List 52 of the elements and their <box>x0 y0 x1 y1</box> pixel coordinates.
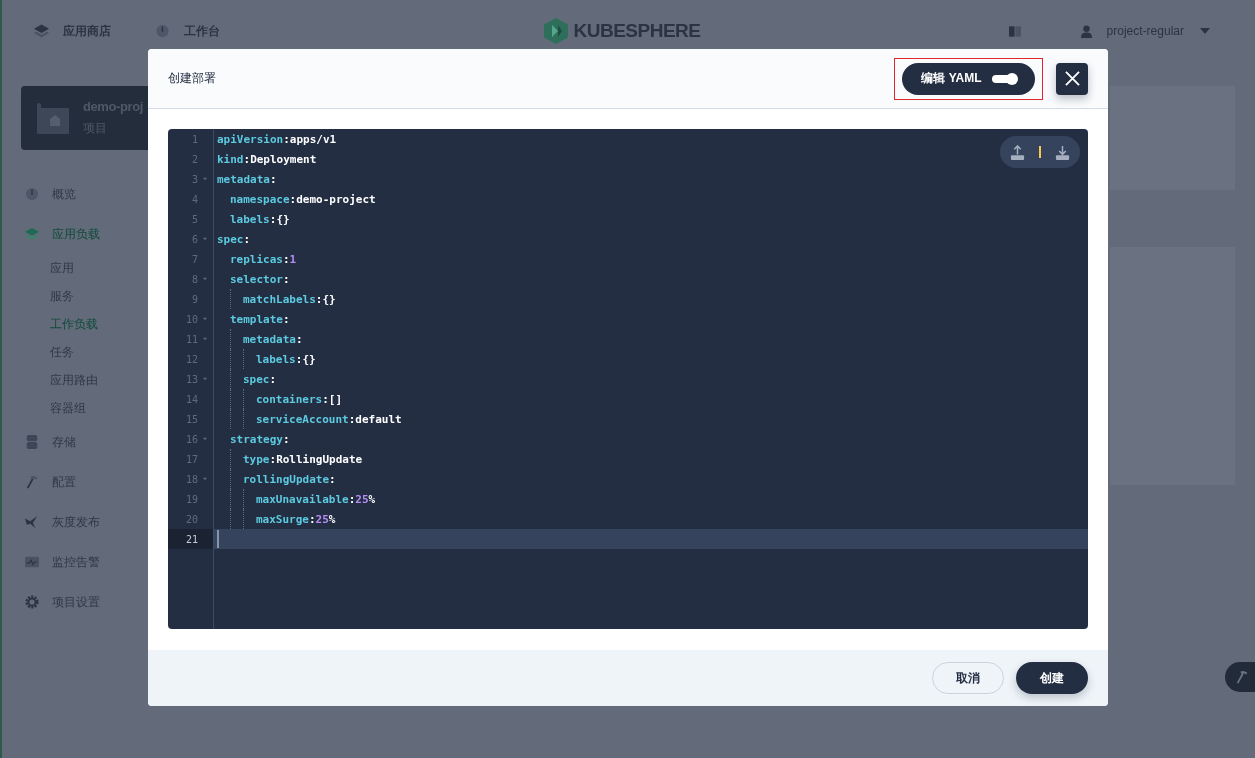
code-line: maxUnavailable:25% <box>256 492 376 506</box>
top-nav-link[interactable]: 工作台 <box>155 22 220 40</box>
code-line: containers:[] <box>256 392 343 406</box>
code-line: serviceAccount:default <box>256 412 402 426</box>
line-number: 2 <box>191 153 198 165</box>
cancel-button[interactable]: 取消 <box>932 662 1004 694</box>
edit-yaml-toggle[interactable]: 编辑 YAML <box>902 62 1035 95</box>
code-line: matchLabels:{} <box>243 292 336 306</box>
line-number: 7 <box>191 253 198 265</box>
code-line: spec: <box>217 232 251 246</box>
code-line: metadata: <box>217 172 277 186</box>
code-line: strategy: <box>230 432 290 446</box>
code-line: namespace:demo-project <box>230 192 376 206</box>
dialog-title: 创建部署 <box>168 70 217 87</box>
line-number: 20 <box>185 513 198 525</box>
code-line: type:RollingUpdate <box>243 452 363 466</box>
code-line: kind:Deployment <box>217 152 317 166</box>
logo-text: KUBESPHERE <box>573 20 701 42</box>
code-line: apiVersion:apps/v1 <box>217 132 337 146</box>
line-number: 6 <box>191 233 198 245</box>
user-name[interactable]: project-regular <box>1106 24 1184 38</box>
line-number: 14 <box>185 393 198 405</box>
line-number: 15 <box>185 413 198 425</box>
logo[interactable]: KUBESPHERE <box>543 18 701 44</box>
code-line: selector: <box>230 272 290 286</box>
line-number: 10 <box>185 313 198 325</box>
sidebar-item[interactable]: 应用负载 <box>2 214 148 254</box>
line-number: 8 <box>191 273 198 285</box>
code-line: template: <box>230 312 290 326</box>
line-number: 1 <box>191 133 198 145</box>
code-line: spec: <box>243 372 277 386</box>
create-button[interactable]: 创建 <box>1016 662 1088 694</box>
line-number: 5 <box>191 213 198 225</box>
code-line: rollingUpdate: <box>243 472 336 486</box>
line-number: 17 <box>185 453 198 465</box>
code-line: replicas:1 <box>230 252 297 266</box>
top-nav-link[interactable]: 应用商店 <box>34 22 111 40</box>
line-number: 18 <box>185 473 198 485</box>
code-line: maxSurge:25% <box>256 512 336 526</box>
line-number: 19 <box>185 493 198 505</box>
code-line: metadata: <box>243 332 303 346</box>
code-line: labels:{} <box>230 212 290 226</box>
line-number: 12 <box>185 353 198 365</box>
line-number: 11 <box>185 333 198 345</box>
code-line: labels:{} <box>256 352 316 366</box>
sidebar-item[interactable]: 工作负载 <box>2 310 148 338</box>
line-number: 13 <box>185 373 198 385</box>
line-number: 21 <box>185 533 198 545</box>
line-number: 4 <box>191 193 198 205</box>
line-number: 3 <box>191 173 198 185</box>
line-number: 9 <box>191 293 198 305</box>
line-number: 16 <box>185 433 198 445</box>
